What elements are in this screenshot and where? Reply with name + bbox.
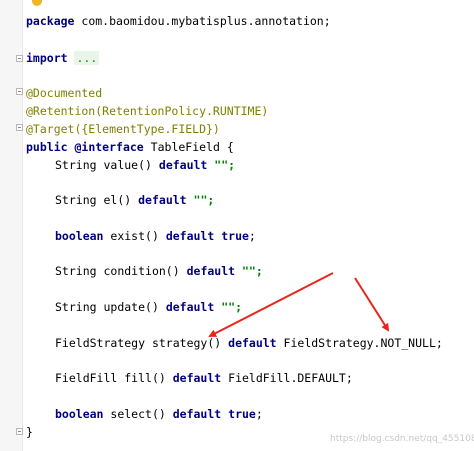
watermark: https://blog.csdn.net/qq_455108: [330, 434, 474, 444]
arrow-to-not-null: [354, 277, 390, 332]
annotation-arrows: [208, 272, 390, 337]
arrow-to-strategy: [208, 272, 334, 337]
